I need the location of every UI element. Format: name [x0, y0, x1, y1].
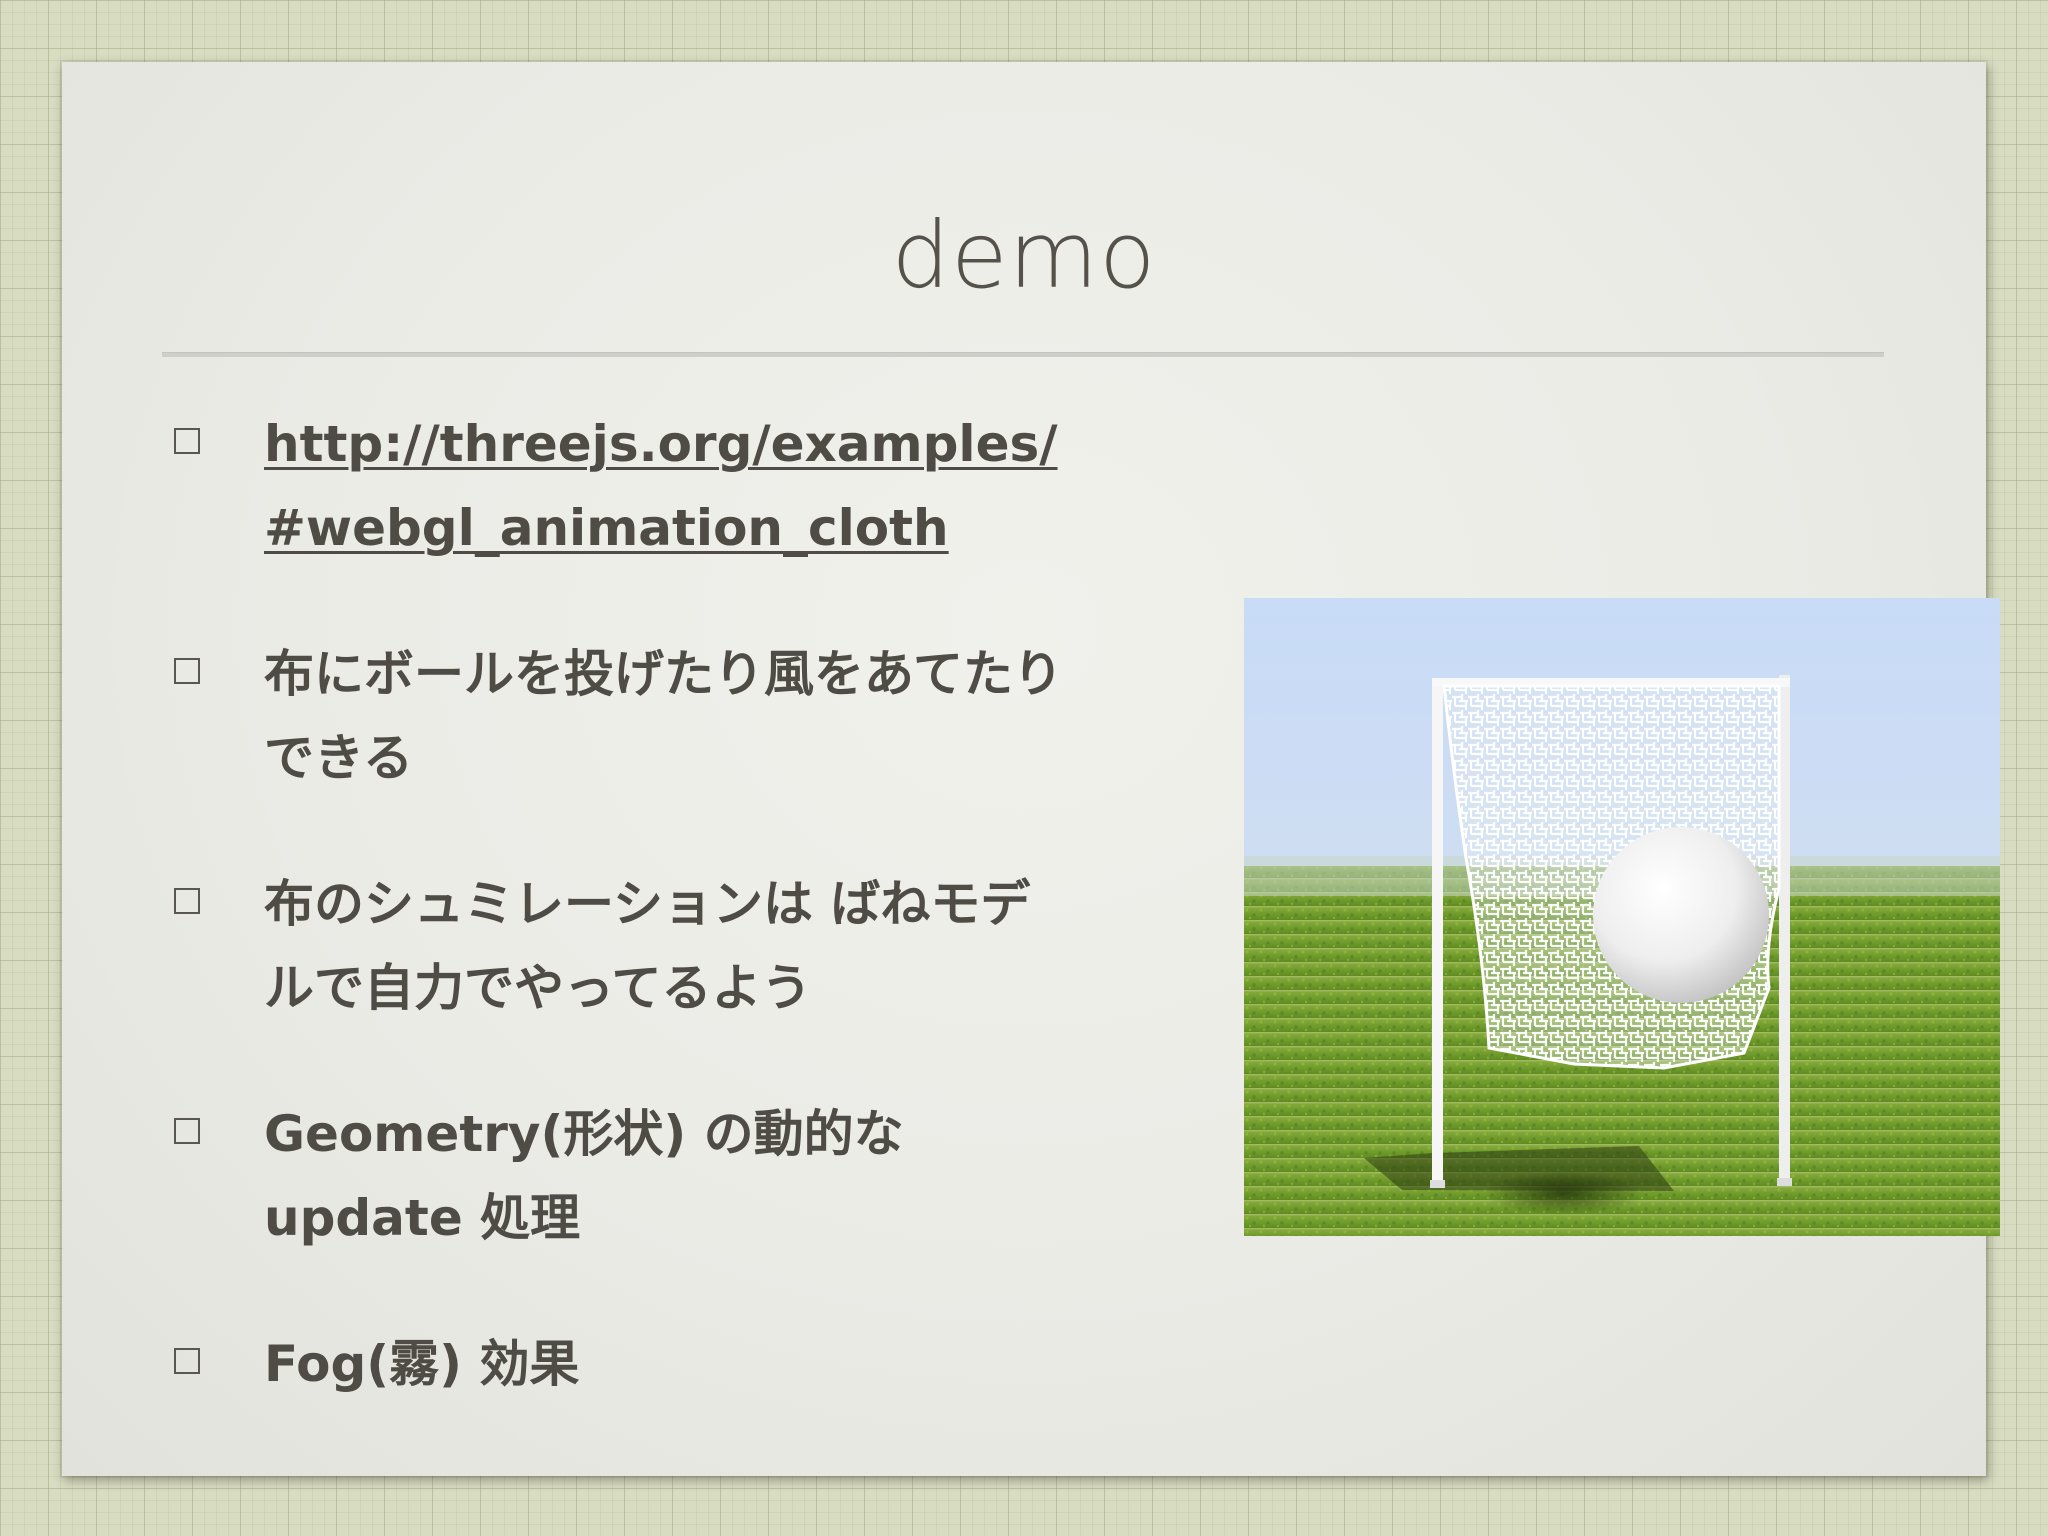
bullet-line-2: できる: [264, 729, 413, 787]
bullet-line-1: Geometry(形状) の動的な: [264, 1105, 904, 1163]
bullet-text: Fog(霧) 効果: [264, 1322, 1164, 1406]
bullet-item-fog: Fog(霧) 効果: [174, 1322, 1174, 1406]
slide-title: demo: [891, 202, 1157, 309]
bullet-line-2: ルで自力でやってるよう: [264, 959, 812, 1017]
demo-url-line-1: http://threejs.org/examples/: [264, 415, 1058, 473]
cloth-demo-image: [1244, 598, 2000, 1236]
bullet-line-1: 布のシュミレーションは ばねモデ: [264, 875, 1031, 933]
bullet-item-geometry-update: Geometry(形状) の動的な update 処理: [174, 1092, 1174, 1260]
bullet-text: 布にボールを投げたり風をあてたり できる: [264, 632, 1164, 800]
bullet-item-demo-url: http://threejs.org/examples/ #webgl_anim…: [174, 402, 1174, 570]
bullet-line-1: Fog(霧) 効果: [264, 1335, 580, 1393]
bullet-line-2: update 処理: [264, 1189, 581, 1247]
title-divider: [162, 352, 1884, 357]
bullet-item-interaction: 布にボールを投げたり風をあてたり できる: [174, 632, 1174, 800]
bullet-box-icon: [174, 1118, 200, 1144]
bullet-text: Geometry(形状) の動的な update 処理: [264, 1092, 1164, 1260]
bullet-box-icon: [174, 658, 200, 684]
demo-url-line-2: #webgl_animation_cloth: [264, 499, 949, 557]
bullet-item-spring-model: 布のシュミレーションは ばねモデ ルで自力でやってるよう: [174, 862, 1174, 1030]
bullet-box-icon: [174, 888, 200, 914]
cloth-simulation-icon: [1244, 598, 2000, 1236]
bullet-text: 布のシュミレーションは ばねモデ ルで自力でやってるよう: [264, 862, 1164, 1030]
bullet-list: http://threejs.org/examples/ #webgl_anim…: [174, 402, 1174, 1406]
slide: demo http://threejs.org/examples/ #webgl…: [62, 62, 2000, 1476]
bullet-line-1: 布にボールを投げたり風をあてたり: [264, 645, 1063, 703]
demo-url-link[interactable]: http://threejs.org/examples/ #webgl_anim…: [264, 402, 1164, 570]
bullet-box-icon: [174, 428, 200, 454]
bullet-box-icon: [174, 1348, 200, 1374]
